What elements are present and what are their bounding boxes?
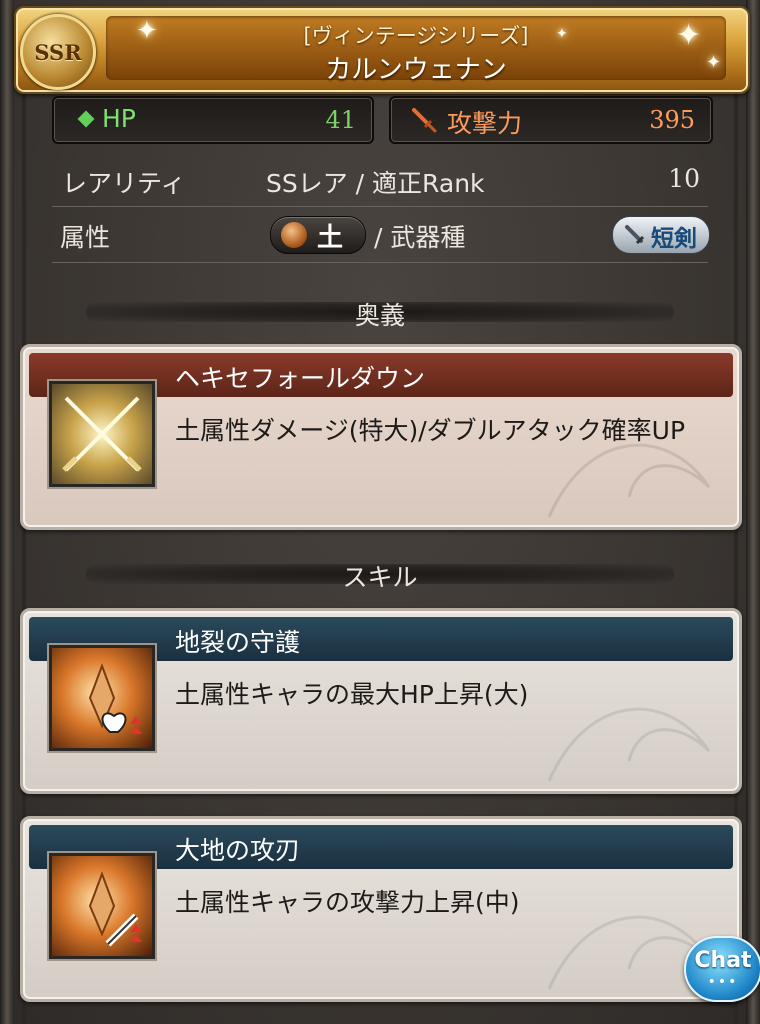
- chat-button[interactable]: Chat •••: [684, 936, 760, 1002]
- hp-value: 41: [325, 106, 356, 134]
- frame-left-border: [0, 0, 14, 1024]
- element-badge: 土: [270, 216, 366, 254]
- hp-diamond-icon: [77, 110, 95, 128]
- weapon-type-value: 短剣: [651, 226, 697, 252]
- weapon-type-badge: 短剣: [612, 216, 710, 254]
- skill-name: 大地の攻刃: [175, 836, 301, 865]
- sparkle-icon: ✦: [556, 26, 568, 42]
- skill-name: 地裂の守護: [175, 628, 301, 657]
- divider: [52, 262, 708, 263]
- chat-label: Chat: [694, 948, 752, 973]
- earth-element-icon: [281, 222, 307, 248]
- rarity-label: レアリティ: [62, 169, 186, 198]
- frame-right-border: [746, 0, 760, 1024]
- rank-value: 10: [668, 164, 700, 193]
- hp-label: HP: [102, 104, 136, 133]
- atk-label: 攻撃力: [447, 109, 523, 138]
- sparkle-icon: ✦: [136, 16, 158, 46]
- skill-card: 地裂の守護 土属性キャラの最大HP上昇(大): [20, 608, 742, 794]
- skill-section-title: スキル: [342, 563, 418, 592]
- ougi-section-title: 奥義: [354, 301, 405, 330]
- element-value: 土: [317, 223, 344, 253]
- attack-sword-icon: [412, 108, 437, 133]
- skill-card: 大地の攻刃 土属性キャラの攻撃力上昇(中): [20, 816, 742, 1002]
- divider: [52, 206, 708, 207]
- weapon-title-banner: [ヴィンテージシリーズ] カルンウェナン ✦ ✦ ✦ ✦: [14, 6, 750, 94]
- crossed-swords-icon: [49, 381, 155, 487]
- earth-atk-up-icon: [49, 853, 155, 959]
- earth-hp-up-icon: [49, 645, 155, 751]
- weapon-type-label: / 武器種: [374, 223, 466, 252]
- ornament-swirl: [547, 443, 711, 518]
- rarity-badge-text: SSR: [34, 39, 82, 65]
- ssr-rarity-badge: SSR: [20, 14, 96, 90]
- ornament-swirl: [547, 707, 711, 782]
- hp-stat-box: HP 41: [52, 96, 374, 144]
- atk-stat-box: 攻撃力 395: [389, 96, 713, 144]
- sparkle-icon: ✦: [676, 18, 702, 53]
- rarity-value: SSレア / 適正Rank: [266, 169, 485, 198]
- element-label: 属性: [60, 223, 111, 252]
- atk-value: 395: [649, 106, 695, 134]
- dagger-icon: [625, 225, 645, 245]
- ougi-card: ヘキセフォールダウン 土属性ダメージ(特大)/ダブルアタック確率UP: [20, 344, 742, 530]
- weapon-name: カルンウェナン: [325, 55, 507, 85]
- chat-dots: •••: [707, 974, 739, 990]
- weapon-series: [ヴィンテージシリーズ]: [303, 24, 529, 48]
- sparkle-icon: ✦: [706, 52, 722, 73]
- ougi-name: ヘキセフォールダウン: [175, 364, 426, 393]
